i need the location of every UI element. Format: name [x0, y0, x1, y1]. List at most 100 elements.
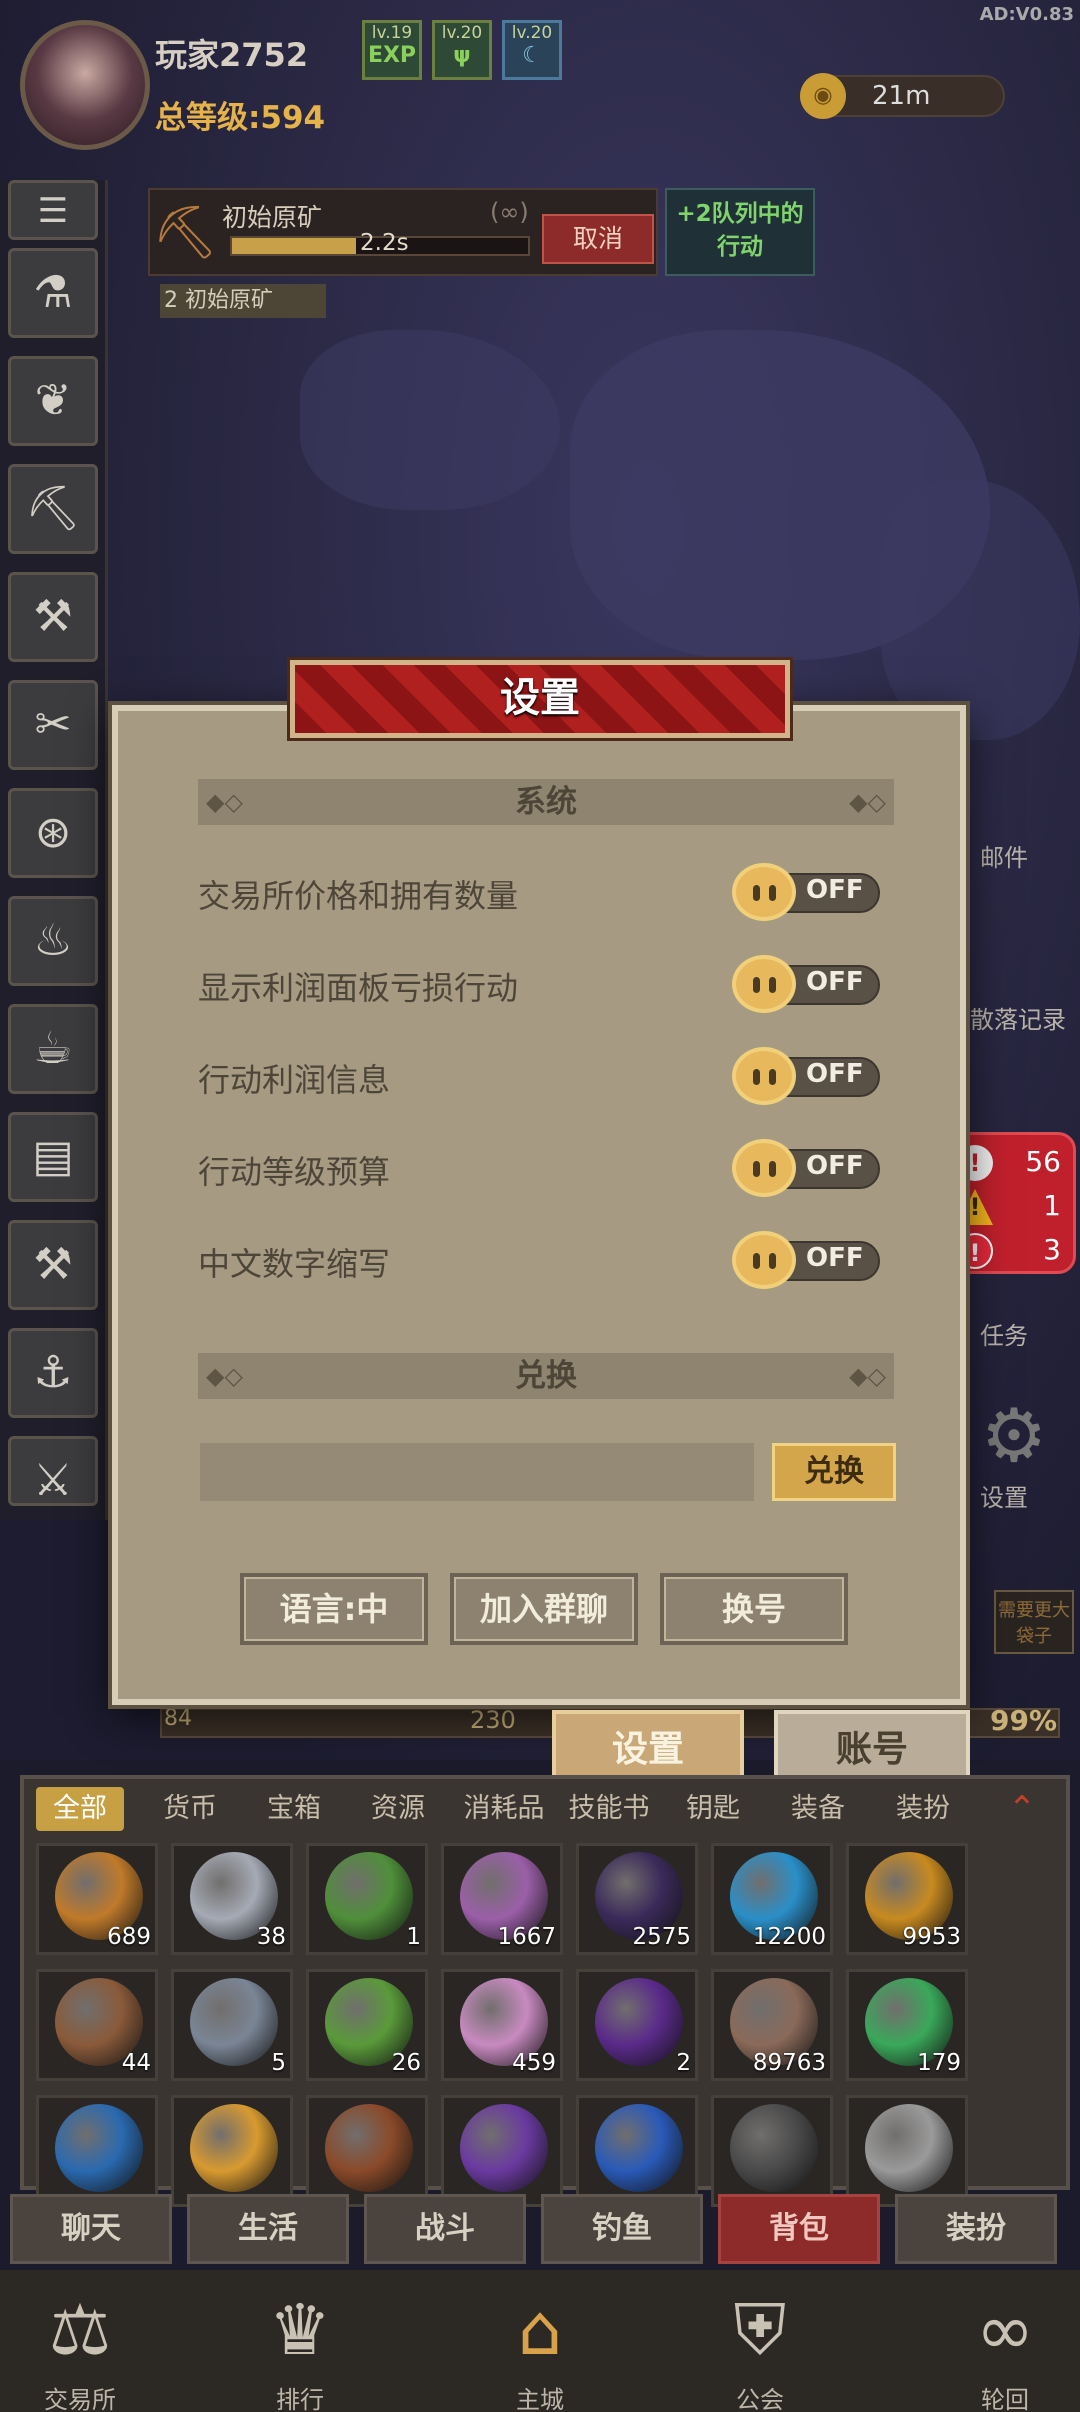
switch-account-button[interactable]: 换号	[660, 1573, 848, 1645]
nav-tab-combat[interactable]: 战斗	[364, 2194, 526, 2264]
toggle-switch[interactable]: OFF	[732, 1231, 882, 1289]
nav-tab-bag[interactable]: 背包	[718, 2194, 880, 2264]
inventory-slot[interactable]	[576, 2095, 698, 2207]
inventory-tab-equipment[interactable]: 装备	[774, 1787, 862, 1831]
inventory-tab-keys[interactable]: 钥匙	[669, 1787, 757, 1831]
language-button[interactable]: 语言:中	[240, 1573, 428, 1645]
alchemy-icon[interactable]: ⚗	[8, 248, 98, 338]
footer-rebirth[interactable]: ∞ 轮回	[935, 2280, 1075, 2412]
item-count: 89763	[752, 2050, 826, 2076]
tools-icon[interactable]: ✂	[8, 680, 98, 770]
inventory-slot[interactable]	[711, 2095, 833, 2207]
footer-guild[interactable]: ⛨ 公会	[690, 2280, 830, 2412]
inventory-tab-all[interactable]: 全部	[36, 1787, 124, 1831]
menu-icon[interactable]: ☰	[8, 180, 98, 240]
inventory-tab-skillbooks[interactable]: 技能书	[559, 1787, 659, 1831]
swords-icon[interactable]: ⚔	[8, 1436, 98, 1506]
setting-label: 行动等级预算	[198, 1153, 391, 1191]
inventory-slot[interactable]: 89763	[711, 1969, 833, 2081]
nav-tab-fishing[interactable]: 钓鱼	[541, 2194, 703, 2264]
redeem-code-input[interactable]	[200, 1443, 754, 1501]
collapse-chevron-icon[interactable]: ⌃	[994, 1787, 1050, 1831]
nav-tab-costume[interactable]: 装扮	[895, 2194, 1057, 2264]
tasks-label[interactable]: 任务	[980, 1316, 1028, 1351]
alert-row-error: ! 3	[957, 1231, 1067, 1271]
toggle-knob-icon	[732, 1231, 796, 1289]
setting-label: 行动利润信息	[198, 1061, 391, 1099]
infinity-icon: ∞	[975, 2289, 1035, 2371]
leaf-icon[interactable]: ❦	[8, 356, 98, 446]
inventory-slot[interactable]: 12200	[711, 1843, 833, 1955]
toggle-switch[interactable]: OFF	[732, 955, 882, 1013]
inventory-slot[interactable]: 1	[306, 1843, 428, 1955]
need-bigger-bag-notice[interactable]: 需要更大袋子	[994, 1590, 1074, 1654]
toggle-switch[interactable]: OFF	[732, 1139, 882, 1197]
nav-tab-chat[interactable]: 聊天	[10, 2194, 172, 2264]
inventory-slot[interactable]	[171, 2095, 293, 2207]
level-badge-gather[interactable]: lv.20 ψ	[432, 20, 492, 80]
footer-exchange[interactable]: ⚖ 交易所	[10, 2280, 150, 2412]
inventory-slot[interactable]: 44	[36, 1969, 158, 2081]
inventory-slot[interactable]: 5	[171, 1969, 293, 2081]
item-count: 9953	[902, 1924, 961, 1950]
cancel-action-button[interactable]: 取消	[542, 214, 654, 264]
level-badge-label: lv.20	[441, 23, 483, 43]
hammer-icon[interactable]: ⚒	[8, 1220, 98, 1310]
item-count: 5	[271, 2050, 286, 2076]
knot-icon[interactable]: ⊛	[8, 788, 98, 878]
inventory-slot[interactable]	[306, 2095, 428, 2207]
diamond-ornament-icon: ◆◇	[206, 1362, 243, 1390]
beer-icon[interactable]: ☕	[8, 1004, 98, 1094]
item-count: 179	[917, 2050, 961, 2076]
inventory-slot[interactable]: 179	[846, 1969, 968, 2081]
item-count: 26	[391, 2050, 421, 2076]
redeem-section-header: ◆◇ 兑换 ◆◇	[198, 1353, 894, 1399]
inventory-slot[interactable]: 1667	[441, 1843, 563, 1955]
mail-label[interactable]: 邮件	[980, 838, 1028, 873]
toggle-switch[interactable]: OFF	[732, 863, 882, 921]
records-label[interactable]: 散落记录	[970, 1000, 1066, 1035]
background-rock	[880, 480, 1080, 740]
toggle-state: OFF	[806, 1243, 864, 1273]
fishing-icon[interactable]: ⚓	[8, 1328, 98, 1418]
inventory-tab-resources[interactable]: 资源	[354, 1787, 442, 1831]
inventory-tab-costume[interactable]: 装扮	[879, 1787, 967, 1831]
inventory-slot[interactable]: 38	[171, 1843, 293, 1955]
inventory-slot[interactable]: 689	[36, 1843, 158, 1955]
inventory-slot[interactable]	[441, 2095, 563, 2207]
gear-icon[interactable]: ⚙	[968, 1390, 1060, 1482]
action-queue-button[interactable]: +2队列中的 行动	[665, 188, 815, 276]
level-badge-exp[interactable]: lv.19 EXP	[362, 20, 422, 80]
level-badge-moon[interactable]: lv.20 ☾	[502, 20, 562, 80]
inventory-slot[interactable]: 2	[576, 1969, 698, 2081]
anvil-icon[interactable]: ⚒	[8, 572, 98, 662]
ingot-icon[interactable]: ▤	[8, 1112, 98, 1202]
clock-icon: ◉	[800, 73, 846, 119]
toggle-state: OFF	[806, 967, 864, 997]
inventory-tab-consumables[interactable]: 消耗品	[454, 1787, 554, 1831]
inventory-slot[interactable]: 9953	[846, 1843, 968, 1955]
setting-label: 中文数字缩写	[198, 1245, 391, 1283]
pickaxe-icon[interactable]: ⛏	[8, 464, 98, 554]
inventory-slot[interactable]	[846, 2095, 968, 2207]
xp-left-value: 84	[164, 1706, 192, 1731]
nav-tab-life[interactable]: 生活	[187, 2194, 349, 2264]
redeem-button[interactable]: 兑换	[772, 1443, 896, 1501]
footer-ranking[interactable]: ♛ 排行	[230, 2280, 370, 2412]
inventory-tab-chests[interactable]: 宝箱	[250, 1787, 338, 1831]
footer-main-city[interactable]: ⌂ 主城	[470, 2280, 610, 2412]
queued-action-item[interactable]: 2 初始原矿	[160, 284, 326, 318]
player-avatar[interactable]	[20, 20, 150, 150]
cupcake-icon[interactable]: ♨	[8, 896, 98, 986]
inventory-slot[interactable]: 26	[306, 1969, 428, 2081]
inventory-slot[interactable]: 459	[441, 1969, 563, 2081]
inventory-slot[interactable]: 2575	[576, 1843, 698, 1955]
inventory-slot[interactable]	[36, 2095, 158, 2207]
toggle-state: OFF	[806, 875, 864, 905]
offline-timer[interactable]: ◉ 21m	[800, 73, 1005, 119]
toggle-switch[interactable]: OFF	[732, 1047, 882, 1105]
dialog-title: 设置	[500, 675, 580, 721]
settings-label[interactable]: 设置	[980, 1478, 1028, 1513]
inventory-tab-currency[interactable]: 货币	[146, 1787, 234, 1831]
join-group-button[interactable]: 加入群聊	[450, 1573, 638, 1645]
